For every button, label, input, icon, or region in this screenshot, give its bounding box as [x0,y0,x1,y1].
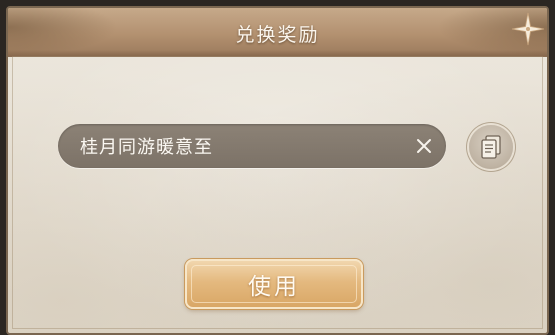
game-screen: 兑换奖励 桂月同游暖意至 使用 [0,0,555,335]
redeem-dialog: 兑换奖励 桂月同游暖意至 使用 [6,6,549,335]
dialog-header: 兑换奖励 [8,8,547,57]
clipboard-icon [481,135,501,159]
redeem-code-input[interactable]: 桂月同游暖意至 [58,124,446,168]
use-button[interactable]: 使用 [185,259,363,309]
star-ornament-icon [511,12,545,46]
close-icon [417,139,431,153]
clear-button[interactable] [402,124,446,168]
redeem-code-value: 桂月同游暖意至 [80,137,213,158]
dialog-title: 兑换奖励 [235,24,320,46]
paste-button[interactable] [469,125,513,169]
use-button-label: 使用 [248,274,300,300]
